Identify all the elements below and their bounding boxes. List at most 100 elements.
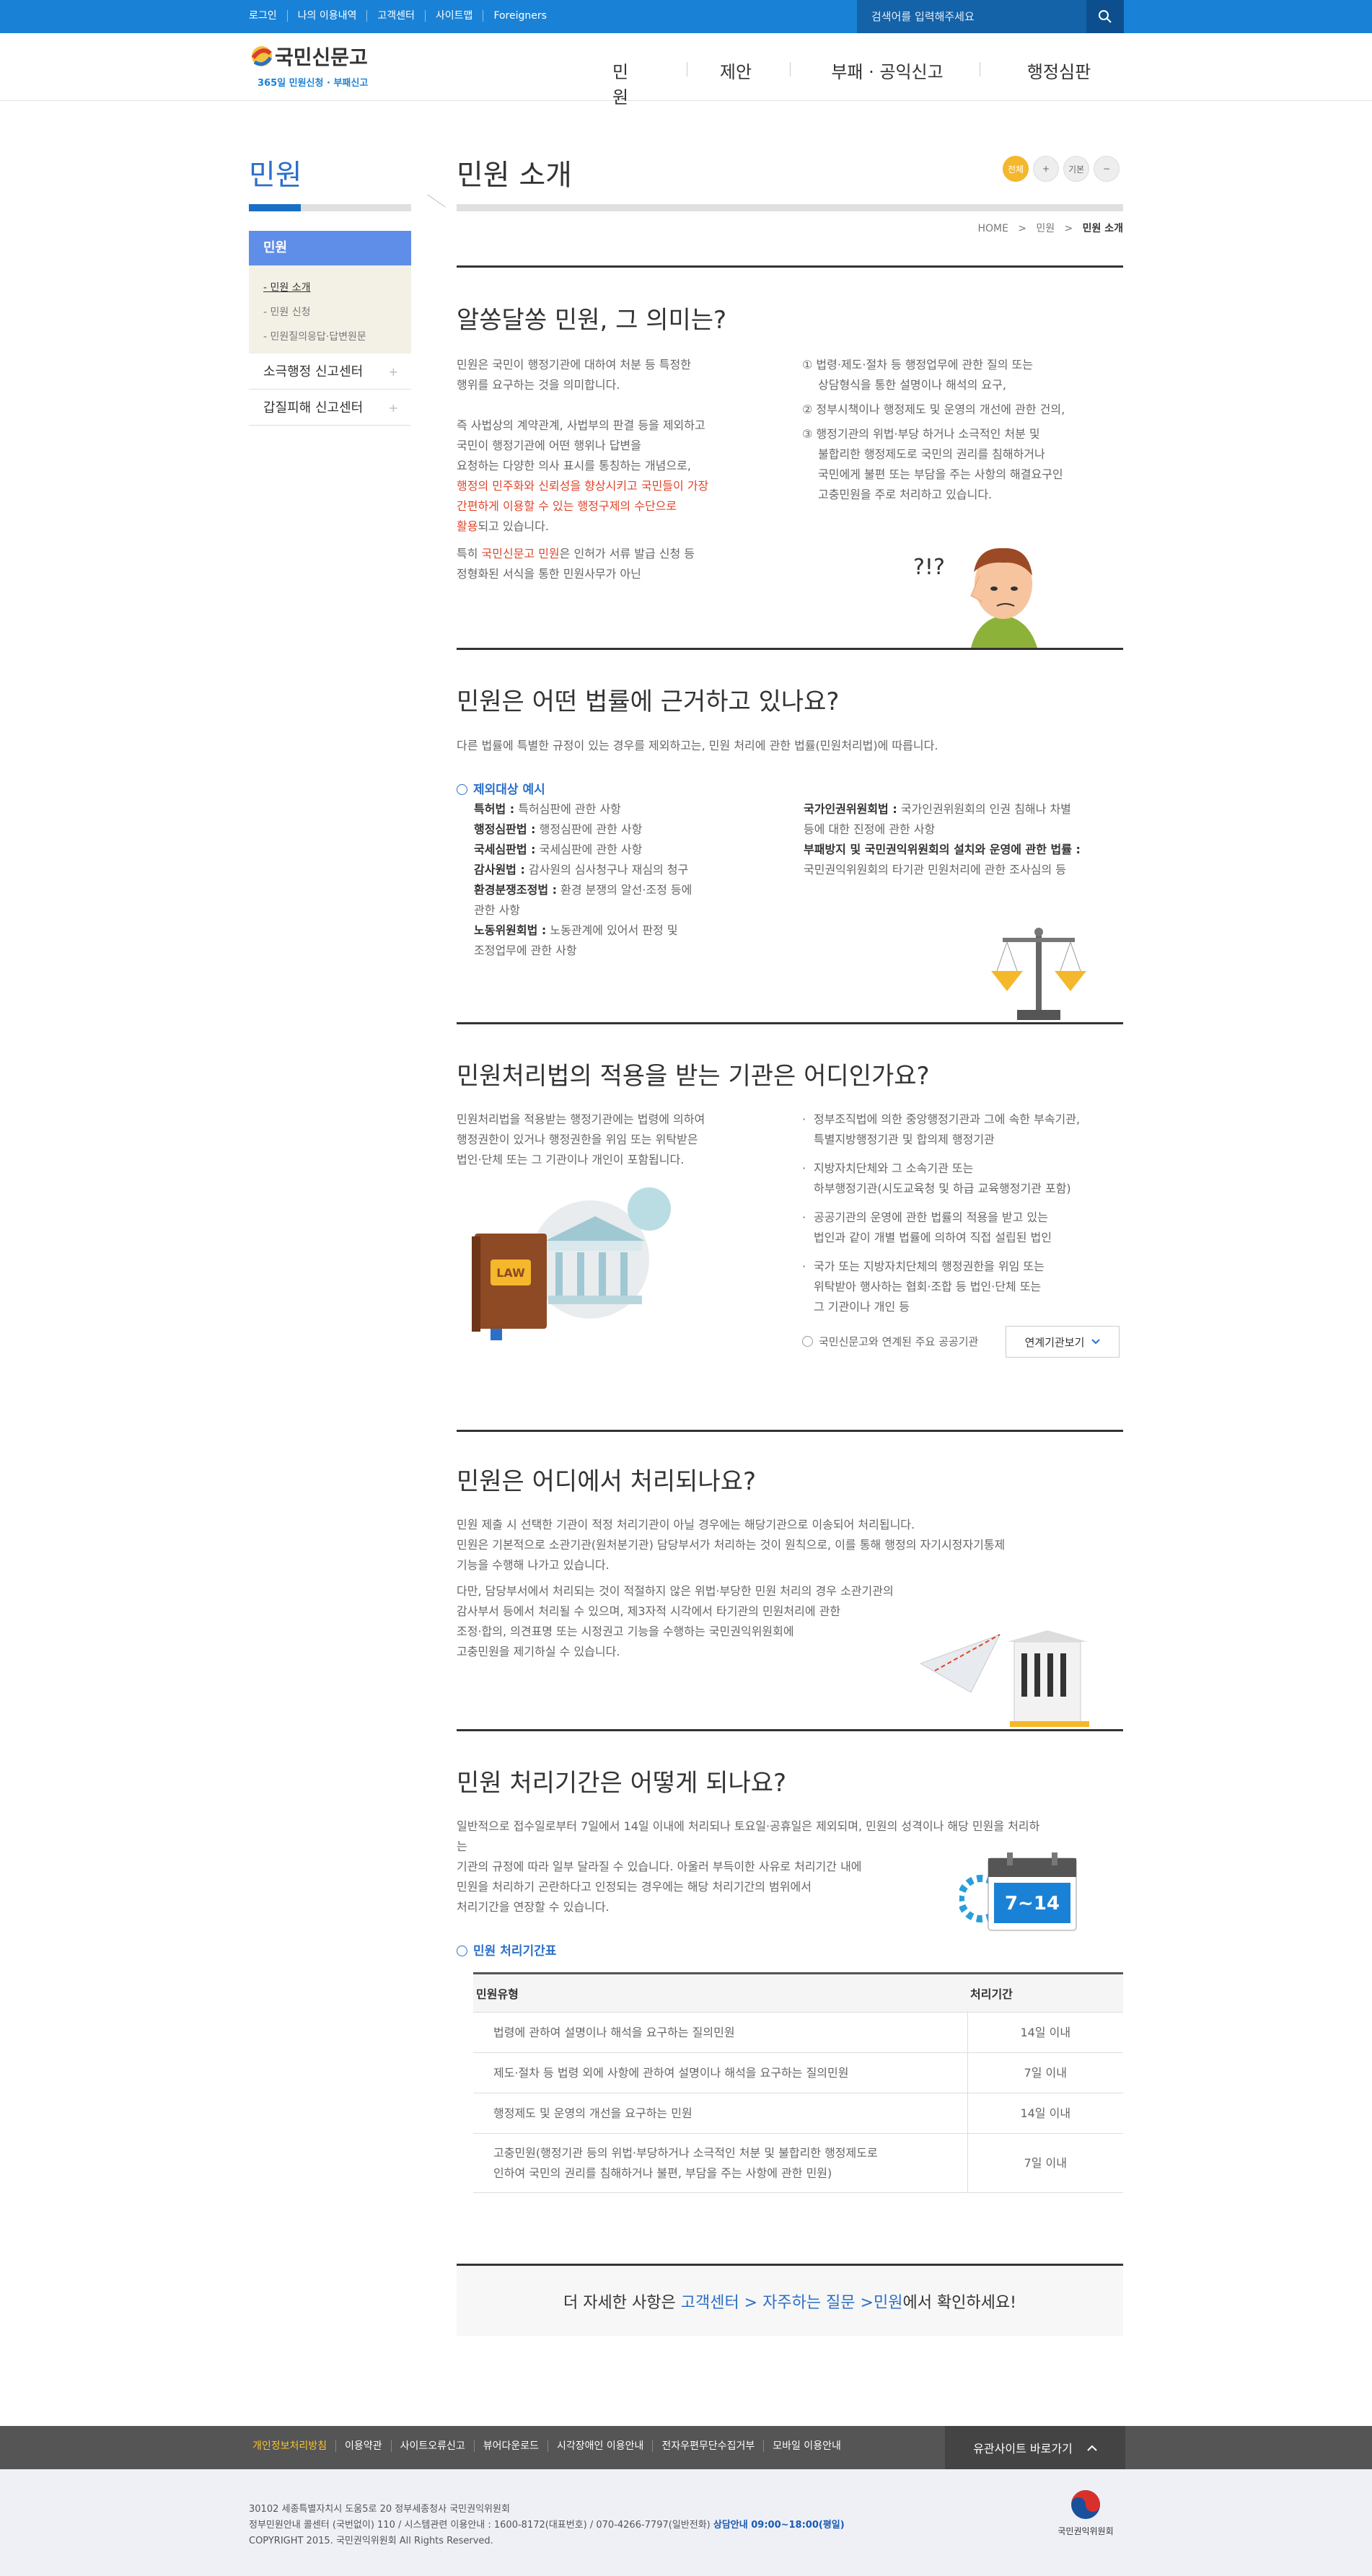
search-box [857, 0, 1124, 33]
section-divider [457, 648, 1123, 650]
table-row: 법령에 관하여 설명이나 해석을 요구하는 질의민원 14일 이내 [473, 2012, 1123, 2053]
law-building-illustration: LAW [472, 1187, 671, 1340]
list-item: 행정심판법 : 행정심판에 관한 사항 [474, 822, 643, 836]
nav-proposal[interactable]: 제안 [718, 58, 754, 83]
footer-info: 30102 세종특별자치시 도움5로 20 정부세종청사 국민권익위원회 정부민… [249, 2504, 845, 2546]
viewer-download-link[interactable]: 뷰어다운로드 [473, 2440, 548, 2452]
table-title: 민원 처리기간표 [457, 1940, 556, 1959]
customer-center-link[interactable]: 고객센터 [366, 10, 425, 22]
nav-corruption-report[interactable]: 부패 · 공익신고 [826, 58, 949, 83]
table-row: 고충민원(행정기관 등의 위법·부당하거나 소극적인 처분 및 불합리한 행정제… [473, 2133, 1123, 2193]
terms-link[interactable]: 이용약관 [335, 2440, 391, 2452]
exclusion-list-left: 특허법 : 특허심판에 관한 사항 행정심판법 : 행정심판에 관한 사항 국세… [474, 799, 755, 961]
privacy-link[interactable]: 개인정보처리방침 [252, 2440, 335, 2452]
table-row: 행정제도 및 운영의 개선을 요구하는 민원 14일 이내 [473, 2093, 1123, 2134]
calendar-icon: 7~14 [959, 1852, 1077, 1931]
font-increase-button[interactable]: + [1033, 156, 1059, 182]
list-item: 국가인권위원회법 : 국가인권위원회의 인권 침해나 차별 등에 대한 진정에 관… [804, 802, 1071, 836]
list-item: 부패방지 및 국민권익위원회의 설치와 운영에 관한 법률 : 국민권익위원회의 … [804, 843, 1081, 876]
top-links: 로그인 나의 이용내역 고객센터 사이트맵 Foreigners [249, 10, 557, 22]
breadcrumb-home[interactable]: HOME [977, 223, 1008, 234]
search-input[interactable] [857, 0, 1086, 33]
bubble-text: ?!? [913, 555, 945, 580]
breadcrumb: HOME > 민원 > 민원 소개 [977, 223, 1123, 234]
list-item: ① 법령·제도·절차 등 행정업무에 관한 질의 또는 상담형식을 통한 설명이나… [802, 358, 1033, 392]
search-icon [1099, 10, 1112, 23]
faq-link[interactable]: 고객센터 > 자주하는 질문 > [681, 2290, 874, 2313]
section-divider [457, 1022, 1123, 1024]
list-item: ③ 행정기관의 위법·부당 하거나 소극적인 처분 및 불합리한 행정제도로 국민… [802, 427, 1063, 501]
submenu-item-qna[interactable]: - 민원질의응답·답변원문 [249, 325, 411, 349]
email-refusal-link[interactable]: 전자우편무단수집거부 [652, 2440, 763, 2452]
mail-building-illustration [920, 1630, 1089, 1727]
table-row: 제도·절차 등 법령 외에 사항에 관하여 설명이나 해석을 요구하는 질의민원… [473, 2052, 1123, 2093]
list-item: 공공기관의 운영에 관한 법률의 적용을 받고 있는법인과 같이 개별 법률에 … [802, 1208, 1127, 1248]
sidebar-submenu: - 민원 소개 - 민원 신청 - 민원질의응답·답변원문 [249, 265, 411, 353]
list-item: 환경분쟁조정법 : 환경 분쟁의 알선·조정 등에 관한 사항 [474, 883, 692, 917]
s3-text: 민원처리법을 적용받는 행정기관에는 법령에 의하여 행정권한이 있거나 행정권한… [457, 1112, 705, 1166]
sidebar-bar [249, 204, 411, 211]
section-title: 민원은 어떤 법률에 근거하고 있나요? [457, 687, 840, 716]
scale-illustration [991, 928, 1086, 1020]
calendar-label: 7~14 [1005, 1893, 1060, 1915]
font-all-button[interactable]: 전체 [1003, 156, 1029, 182]
related-orgs-label: 국민신문고와 연계된 주요 공공기관 [802, 1332, 978, 1352]
s3-list: 정부조직법에 의한 중앙행정기관과 그에 속한 부속기관,특별지방행정기관 및 … [802, 1109, 1127, 1326]
footer-org-logo: 국민권익위원회 [1046, 2489, 1125, 2537]
foreigners-link[interactable]: Foreigners [483, 10, 557, 22]
list-item: 정부조직법에 의한 중앙행정기관과 그에 속한 부속기관,특별지방행정기관 및 … [802, 1109, 1127, 1150]
submenu-item-apply[interactable]: - 민원 신청 [249, 300, 411, 325]
chevron-down-icon [1091, 1339, 1101, 1345]
top-bar [0, 0, 1372, 33]
sidebar-item-gapjil[interactable]: 갑질피해 신고센터 + [249, 391, 411, 426]
taeguk-icon [1071, 2490, 1100, 2519]
font-decrease-button[interactable]: − [1094, 156, 1120, 182]
exclusion-title: 제외대상 예시 [457, 779, 545, 797]
search-button[interactable] [1086, 0, 1124, 33]
mobile-guide-link[interactable]: 모바일 이용안내 [763, 2440, 850, 2452]
faq-minwon-link[interactable]: 민원 [874, 2290, 902, 2313]
font-default-button[interactable]: 기본 [1063, 156, 1089, 182]
nav-admin-appeal[interactable]: 행정심판 [1016, 58, 1102, 83]
divider [427, 194, 446, 208]
logo-subtext: 365일 민원신청 · 부패신고 [258, 78, 369, 89]
sidebar-item-minwon[interactable]: 민원 [249, 231, 411, 265]
login-link[interactable]: 로그인 [249, 10, 287, 22]
site-logo[interactable]: 국민신문고 365일 민원신청 · 부패신고 [249, 42, 386, 92]
list-item: ② 정부시책이나 행정제도 및 운영의 개선에 관한 건의, [802, 403, 1065, 416]
logo-emblem-icon [251, 46, 273, 66]
section-title: 민원은 어디에서 처리되나요? [457, 1467, 757, 1496]
title-bar [457, 204, 1123, 211]
s1-list: ① 법령·제도·절차 등 행정업무에 관한 질의 또는 상담형식을 통한 설명이나… [802, 355, 1123, 509]
plus-icon: + [388, 365, 398, 379]
family-site-button[interactable]: 유관사이트 바로가기 [945, 2426, 1125, 2469]
footer-links: 개인정보처리방침 이용약관 사이트오류신고 뷰어다운로드 시각장애인 이용안내 … [252, 2440, 850, 2452]
error-report-link[interactable]: 사이트오류신고 [390, 2440, 474, 2452]
font-size-controls: 전체 + 기본 − [1003, 156, 1120, 182]
table-header: 민원유형 [473, 1972, 967, 2013]
accessibility-link[interactable]: 시각장애인 이용안내 [548, 2440, 652, 2452]
section-title: 민원처리법의 적용을 받는 기관은 어디인가요? [457, 1062, 930, 1091]
section-divider [457, 1430, 1123, 1432]
table-header: 처리기간 [967, 1972, 1123, 2013]
logo-text: 국민신문고 [275, 45, 368, 69]
submenu-item-intro[interactable]: - 민원 소개 [249, 276, 411, 300]
nav-minwon[interactable]: 민원 [606, 58, 635, 108]
sidebar-item-passive-admin[interactable]: 소극행정 신고센터 + [249, 355, 411, 390]
section-title: 민원 처리기간은 어떻게 되나요? [457, 1769, 787, 1798]
section-divider [457, 265, 1123, 268]
book-label: LAW [496, 1266, 525, 1280]
breadcrumb-minwon[interactable]: 민원 [1036, 223, 1055, 234]
list-item: 국세심판법 : 국세심판에 관한 사항 [474, 843, 643, 856]
my-history-link[interactable]: 나의 이용내역 [286, 10, 367, 22]
exclusion-list-right: 국가인권위원회법 : 국가인권위원회의 인권 침해나 차별 등에 대한 진정에 관… [804, 799, 1123, 880]
page-title: 민원 소개 [457, 159, 572, 192]
sitemap-link[interactable]: 사이트맵 [424, 10, 483, 22]
list-item: 지방자치단체와 그 소속기관 또는하부행정기관(시도교육청 및 하급 교육행정기… [802, 1159, 1127, 1199]
chevron-up-icon [1087, 2445, 1097, 2451]
related-orgs-button[interactable]: 연계기관보기 [1006, 1326, 1120, 1358]
list-item: 국가 또는 지방자치단체의 행정권한을 위임 또는위탁받아 행사하는 협회·조합… [802, 1257, 1127, 1317]
list-item: 감사원법 : 감사원의 심사청구나 재심의 청구 [474, 863, 689, 876]
section-title: 알쏭달쏭 민원, 그 의미는? [457, 306, 727, 335]
list-item: 노동위원회법 : 노동관계에 있어서 판정 및 조정업무에 관한 사항 [474, 923, 678, 957]
